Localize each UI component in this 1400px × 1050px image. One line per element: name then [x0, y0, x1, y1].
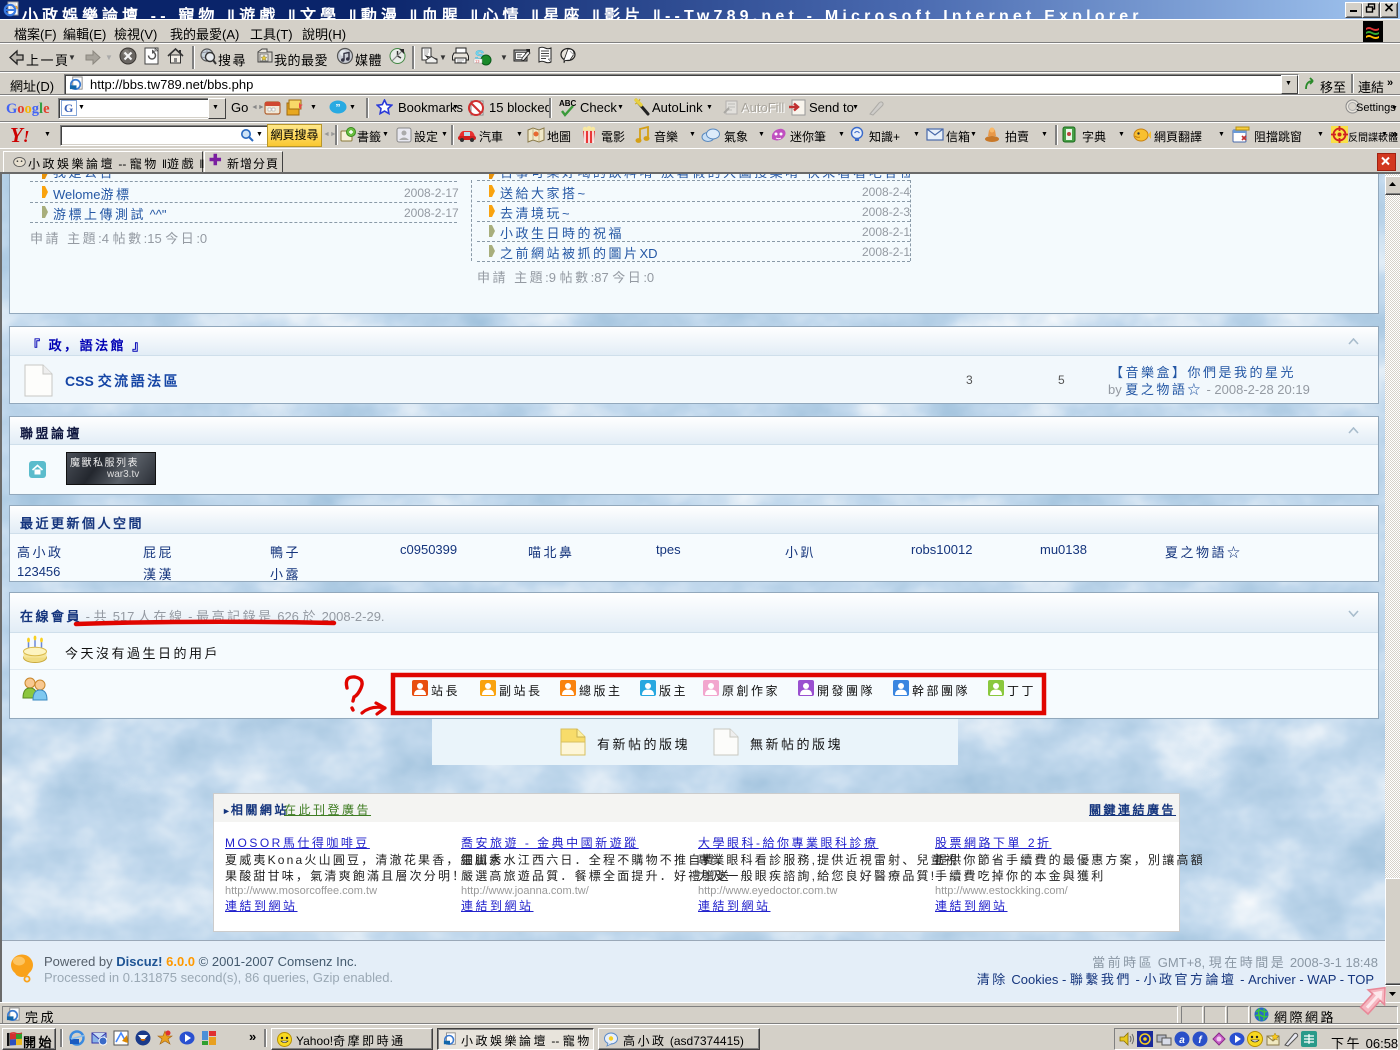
svg-text:13: 13	[475, 59, 480, 64]
svg-text:ABC: ABC	[559, 99, 577, 108]
svg-text:a: a	[1179, 1035, 1185, 1046]
svg-text:”: ”	[336, 103, 341, 114]
